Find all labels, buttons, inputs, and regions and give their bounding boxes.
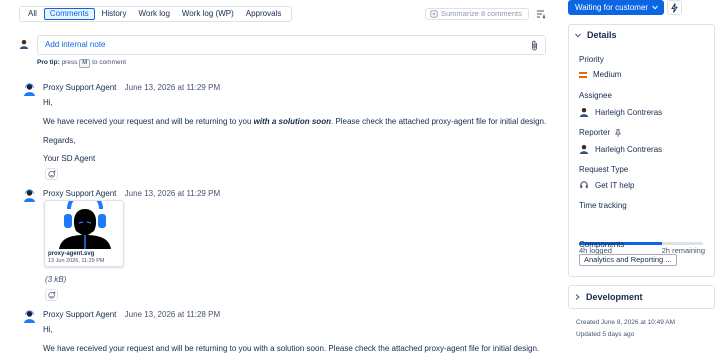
add-reaction-button[interactable] — [45, 289, 58, 301]
details-title: Details — [587, 30, 617, 40]
add-internal-note-input[interactable]: Add internal note — [37, 35, 546, 55]
request-type-field[interactable]: Get IT help — [579, 180, 634, 190]
status-label: Waiting for customer — [575, 3, 649, 12]
tab-history[interactable]: History — [97, 8, 132, 20]
comment-author[interactable]: Proxy Support Agent — [43, 310, 116, 319]
comment-time[interactable]: June 13, 2026 at 11:29 PM — [125, 83, 220, 92]
component-tag[interactable]: Analytics and Reporting ... — [579, 254, 677, 266]
proxy-agent-thumbnail — [45, 201, 123, 249]
request-type-value: Get IT help — [595, 180, 635, 190]
agent-avatar — [24, 83, 35, 96]
time-tracking-label: Time tracking — [579, 201, 627, 210]
smiley-add-icon — [47, 291, 56, 299]
attachment-size: (3 kB) — [45, 275, 67, 284]
sparkle-icon — [430, 10, 438, 18]
chevron-down-icon — [652, 5, 658, 10]
comment-text: Your SD Agent — [43, 154, 96, 163]
assignee-label: Assignee — [579, 91, 612, 100]
priority-value: Medium — [593, 70, 622, 79]
chevron-right-icon — [575, 294, 580, 300]
updated-date: Updated 5 days ago — [576, 331, 635, 338]
tab-all[interactable]: All — [23, 8, 42, 20]
details-sidebar: Waiting for customer Details Priority Me… — [562, 0, 720, 360]
activity-column: All Comments History Work log Work log (… — [0, 0, 562, 360]
status-dropdown[interactable]: Waiting for customer — [568, 0, 664, 15]
automation-button[interactable] — [667, 0, 682, 15]
tab-approvals[interactable]: Approvals — [241, 8, 287, 20]
comment-text: Regards, — [43, 136, 76, 145]
add-reaction-button[interactable] — [45, 168, 58, 180]
comment-text: Hi, — [43, 325, 53, 334]
agent-avatar — [24, 189, 35, 202]
comment-text: Hi, — [43, 98, 53, 107]
activity-tabs: All Comments History Work log Work log (… — [19, 6, 293, 22]
assignee-field[interactable]: Harleigh Contreras — [579, 107, 662, 117]
emphasis-text: with a solution soon — [253, 117, 331, 126]
components-label: Components — [579, 240, 625, 249]
details-panel: Details Priority Medium Assignee Harleig… — [568, 24, 715, 277]
attachment-date: 13 Jun 2026, 11:29 PM — [48, 258, 105, 264]
comment-time[interactable]: June 13, 2026 at 11:28 PM — [125, 310, 220, 319]
sort-icon[interactable] — [536, 9, 546, 19]
comment-author[interactable]: Proxy Support Agent — [43, 83, 116, 92]
attachment-card[interactable]: proxy-agent.svg 13 Jun 2026, 11:29 PM — [44, 200, 124, 267]
priority-medium-icon — [579, 71, 587, 78]
summarize-label: Summarize 8 comments — [441, 9, 522, 18]
tab-work-log[interactable]: Work log — [133, 8, 174, 20]
tab-work-log-wp[interactable]: Work log (WP) — [177, 8, 239, 20]
avatar — [579, 108, 589, 117]
attachment-filename: proxy-agent.svg — [48, 251, 95, 257]
paperclip-icon[interactable] — [530, 40, 539, 51]
development-panel[interactable]: Development — [568, 285, 715, 309]
development-title: Development — [586, 292, 643, 302]
reporter-label: Reporter — [579, 128, 611, 137]
development-header[interactable]: Development — [575, 292, 643, 302]
avatar — [19, 40, 29, 49]
reporter-field[interactable]: Harleigh Contreras — [579, 144, 662, 154]
shortcut-key: M — [79, 59, 91, 68]
chevron-down-icon — [575, 33, 581, 38]
comment-time[interactable]: June 13, 2026 at 11:29 PM — [125, 189, 220, 198]
avatar — [579, 145, 589, 154]
agent-avatar — [24, 310, 35, 323]
comment-meta: Proxy Support Agent June 13, 2026 at 11:… — [43, 189, 220, 198]
priority-field[interactable]: Medium — [579, 70, 621, 79]
reporter-label-row: Reporter — [579, 128, 622, 137]
comment-text: We have received your request and will b… — [43, 344, 540, 353]
summarize-comments-button[interactable]: Summarize 8 comments — [425, 8, 529, 20]
lightning-icon — [671, 2, 678, 13]
tab-comments[interactable]: Comments — [43, 8, 95, 20]
priority-label: Priority — [579, 55, 604, 64]
smiley-add-icon — [47, 170, 56, 178]
assignee-value: Harleigh Contreras — [595, 107, 663, 117]
comment-meta: Proxy Support Agent June 13, 2026 at 11:… — [43, 83, 220, 92]
pin-icon[interactable] — [615, 128, 622, 137]
comment-text: We have received your request and will b… — [43, 117, 547, 126]
request-type-label: Request Type — [579, 165, 629, 174]
reporter-value: Harleigh Contreras — [595, 144, 663, 154]
comment-meta: Proxy Support Agent June 13, 2026 at 11:… — [43, 310, 220, 319]
note-placeholder: Add internal note — [45, 40, 106, 49]
headset-icon — [580, 181, 588, 188]
comment-author[interactable]: Proxy Support Agent — [43, 189, 116, 198]
pro-tip: Pro tip: press M to comment — [37, 59, 127, 68]
details-header[interactable]: Details — [575, 30, 617, 40]
created-date: Created June 8, 2026 at 10:49 AM — [576, 319, 676, 326]
